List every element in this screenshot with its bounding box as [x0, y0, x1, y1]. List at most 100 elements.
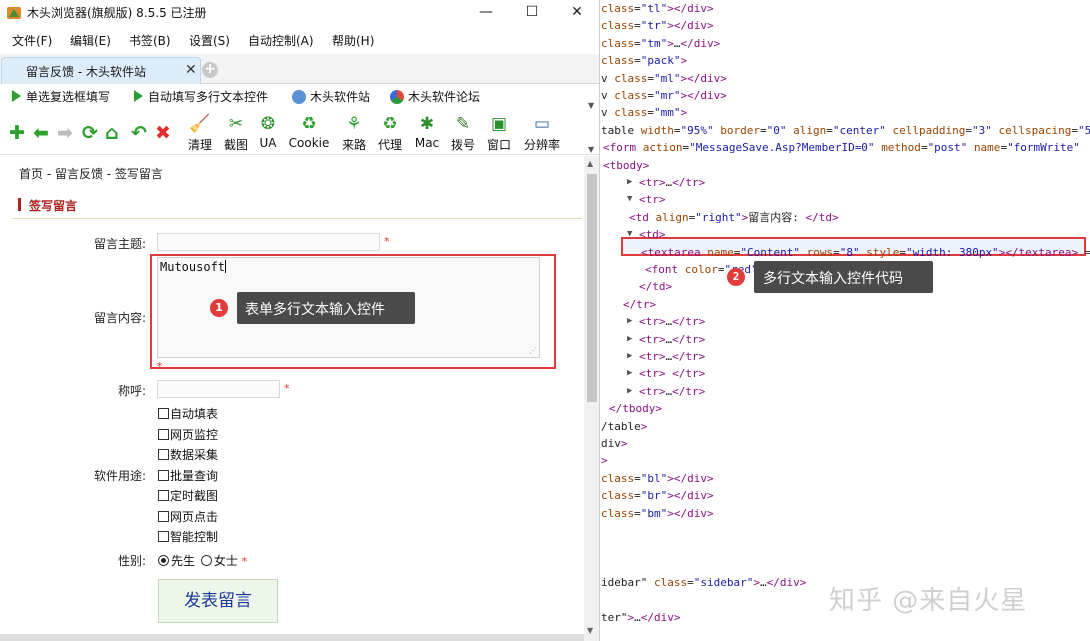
tool-clean[interactable]: 🧹 清理	[186, 114, 214, 153]
tab-message-feedback[interactable]: 留言反馈 - 木头软件站 ✕	[1, 57, 201, 84]
breadcrumb: 首页 - 留言反馈 - 签写留言	[19, 167, 163, 181]
code-text: <tbody>	[603, 158, 650, 172]
checkbox[interactable]	[158, 429, 169, 440]
usage-option[interactable]: 网页监控	[158, 426, 218, 442]
checkbox[interactable]	[158, 408, 169, 419]
main-toolbar: ✚ ⬅ ➡ ⟳ ⌂ ↶ ✖ 🧹 清理 ✂ 截图 ❂ UA ♻ Cookie ⚘ …	[0, 111, 599, 155]
quick-mutou-forum[interactable]: 木头软件论坛	[390, 88, 480, 106]
tab-close-icon[interactable]: ✕	[185, 62, 197, 78]
horizontal-scrollbar[interactable]	[0, 634, 584, 641]
code-text: v class="ml"></div>	[601, 71, 727, 85]
subject-input[interactable]	[157, 233, 380, 251]
home-icon[interactable]: ⌂	[105, 123, 119, 143]
page-content: 首页 - 留言反馈 - 签写留言 签写留言 留言主题: * 留言内容: Muto…	[0, 156, 583, 641]
code-text: <td>	[639, 228, 666, 242]
tool-dial[interactable]: ✎ 拨号	[449, 114, 477, 153]
tool-window[interactable]: ▣ 窗口	[485, 114, 513, 153]
usage-option[interactable]: 自动填表	[158, 405, 218, 421]
menu-bar: 文件(F) 编辑(E) 书签(B) 设置(S) 自动控制(A) 帮助(H)	[0, 28, 599, 52]
new-tab-icon[interactable]: +	[202, 62, 218, 78]
tool-mac[interactable]: ✱ Mac	[412, 114, 442, 150]
checkbox[interactable]	[158, 449, 169, 460]
maximize-button[interactable]: ☐	[509, 0, 555, 25]
usage-option[interactable]: 批量查询	[158, 467, 218, 483]
expand-triangle-icon[interactable]: ▶	[627, 365, 632, 382]
undo-icon[interactable]: ↶	[131, 123, 147, 143]
toolbar-overflow-icon[interactable]: ▼	[588, 145, 594, 154]
nickname-input[interactable]	[157, 380, 280, 398]
checkbox[interactable]	[158, 470, 169, 481]
expand-triangle-icon[interactable]: ▶	[627, 348, 632, 365]
code-text: <tr>…</tr>	[639, 384, 706, 398]
section-title: 签写留言	[29, 199, 78, 213]
code-text: <form action="MessageSave.Asp?MemberID=0…	[603, 141, 1080, 155]
code-text: <textarea name="Content" rows="8" style=…	[641, 245, 1090, 259]
expand-triangle-icon[interactable]: ▶	[627, 313, 632, 330]
tool-proxy[interactable]: ♻ 代理	[376, 114, 404, 153]
gender-options: 先生 女士 *	[158, 552, 247, 568]
browser-window: 木头浏览器(旗舰版) 8.5.5 已注册 — ☐ ✕ 文件(F) 编辑(E) 书…	[0, 0, 600, 641]
code-text: ter">…</div>	[601, 611, 681, 624]
radio-mr[interactable]	[158, 555, 169, 566]
tool-resolution[interactable]: ▭ 分辨率	[520, 114, 564, 153]
scroll-up-icon[interactable]: ▲	[587, 159, 593, 168]
toolbar-overflow-icon[interactable]: ▼	[588, 101, 594, 110]
code-text: </tbody>	[609, 402, 662, 416]
code-text: >	[601, 454, 608, 468]
content-label: 留言内容:	[93, 311, 146, 325]
callout-code: 多行文本输入控件代码	[754, 261, 933, 293]
code-text: class="pack">	[601, 54, 688, 68]
code-text: </tr>	[623, 297, 657, 311]
scroll-down-icon[interactable]: ▼	[587, 626, 593, 635]
close-window-button[interactable]: ✕	[554, 0, 599, 25]
tool-screenshot[interactable]: ✂ 截图	[222, 114, 250, 153]
tab-bar: 留言反馈 - 木头软件站 ✕ +	[0, 54, 599, 84]
tool-referer[interactable]: ⚘ 来路	[340, 114, 368, 153]
title-bar: 木头浏览器(旗舰版) 8.5.5 已注册 — ☐ ✕	[0, 0, 599, 25]
forward-icon[interactable]: ➡	[57, 123, 73, 143]
broom-icon: 🧹	[189, 114, 211, 134]
collapse-triangle-icon[interactable]: ▼	[627, 191, 632, 208]
menu-bookmarks[interactable]: 书签(B)	[129, 32, 171, 49]
menu-file[interactable]: 文件(F)	[12, 32, 52, 49]
expand-triangle-icon[interactable]: ▶	[627, 331, 632, 348]
chrome-icon	[390, 90, 404, 104]
code-text: div>	[601, 437, 628, 450]
menu-auto-control[interactable]: 自动控制(A)	[248, 32, 314, 49]
refresh-icon[interactable]: ⟳	[82, 123, 98, 143]
radio-ms[interactable]	[200, 555, 212, 566]
menu-help[interactable]: 帮助(H)	[332, 32, 374, 49]
menu-settings[interactable]: 设置(S)	[189, 32, 230, 49]
collapse-triangle-icon[interactable]: ▼	[627, 226, 632, 243]
subject-label: 留言主题:	[93, 237, 146, 251]
code-text: v class="mr"></div>	[601, 89, 727, 102]
tool-ua[interactable]: ❂ UA	[256, 114, 280, 150]
checkbox[interactable]	[158, 531, 169, 542]
quick-mutou-site[interactable]: 木头软件站	[292, 88, 370, 106]
tool-cookie[interactable]: ♻ Cookie	[287, 114, 331, 150]
code-text: class="br"></div>	[601, 489, 714, 503]
checkbox[interactable]	[158, 511, 169, 522]
scrollbar-thumb[interactable]	[587, 174, 597, 402]
vertical-scrollbar[interactable]: ▲ ▼	[584, 156, 599, 641]
quick-fill-textarea[interactable]: 自动填写多行文本控件	[134, 88, 268, 106]
usage-option[interactable]: 智能控制	[158, 528, 218, 544]
code-text: /table>	[601, 419, 648, 433]
stop-icon[interactable]: ✖	[155, 123, 171, 143]
expand-triangle-icon[interactable]: ▶	[627, 383, 632, 400]
usage-option[interactable]: 网页点击	[158, 508, 218, 524]
checkbox[interactable]	[158, 490, 169, 501]
usage-option[interactable]: 数据采集	[158, 446, 218, 462]
usage-option[interactable]: 定时截图	[158, 487, 218, 503]
expand-triangle-icon[interactable]: ▶	[627, 174, 632, 191]
watermark: 知乎 @来自火星	[829, 586, 1028, 616]
plus-icon[interactable]: ✚	[9, 123, 25, 143]
code-text: </td>	[639, 280, 673, 294]
window-title: 木头浏览器(旗舰版) 8.5.5 已注册	[27, 6, 207, 20]
submit-message-button[interactable]: 发表留言	[158, 579, 278, 623]
back-icon[interactable]: ⬅	[33, 123, 49, 143]
menu-edit[interactable]: 编辑(E)	[70, 32, 111, 49]
minimize-button[interactable]: —	[463, 0, 509, 25]
quick-fill-checkbox[interactable]: 单选复选框填写	[12, 88, 110, 106]
mac-icon: ✱	[419, 114, 435, 134]
